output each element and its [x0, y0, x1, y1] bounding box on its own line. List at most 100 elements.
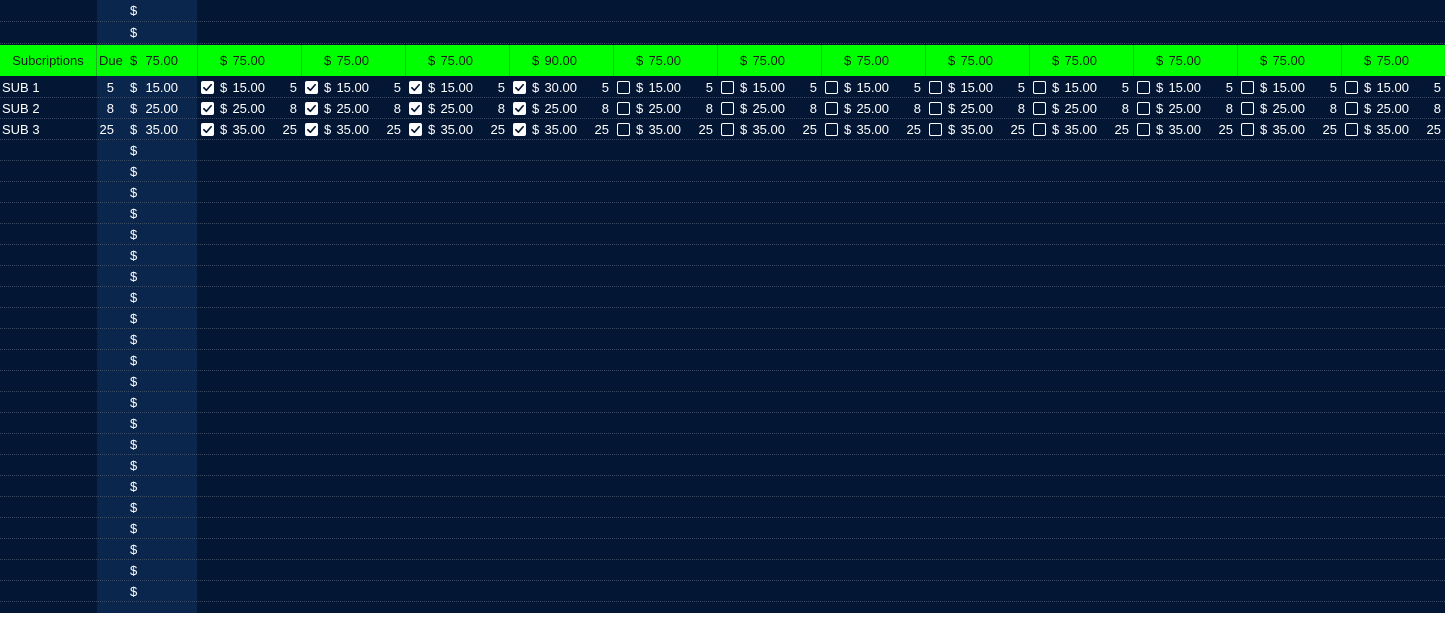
paid-checkbox[interactable]	[721, 81, 734, 94]
period-amount[interactable]: 15.00	[435, 77, 473, 97]
period-due-day[interactable]: 5	[995, 77, 1025, 97]
period-amount[interactable]: 15.00	[227, 77, 265, 97]
paid-checkbox[interactable]	[1345, 123, 1358, 136]
period-total-amount[interactable]: 75.00	[331, 45, 369, 76]
currency-symbol[interactable]: $	[130, 350, 137, 370]
period-due-day[interactable]: 25	[995, 119, 1025, 139]
period-total-amount[interactable]: 90.00	[539, 45, 577, 76]
currency-symbol[interactable]: $	[130, 182, 137, 202]
paid-checkbox[interactable]	[929, 123, 942, 136]
currency-symbol[interactable]: $	[130, 287, 137, 307]
period-due-day[interactable]: 8	[787, 98, 817, 118]
paid-checkbox[interactable]	[929, 81, 942, 94]
period-due-day[interactable]: 5	[1411, 77, 1441, 97]
period-amount[interactable]: 15.00	[1163, 77, 1201, 97]
period-due-day[interactable]: 25	[579, 119, 609, 139]
period-due-day[interactable]: 5	[787, 77, 817, 97]
period-due-day[interactable]: 8	[683, 98, 713, 118]
period-amount[interactable]: 35.00	[955, 119, 993, 139]
currency-symbol[interactable]: $	[130, 224, 137, 244]
due-total-amount[interactable]: 75.00	[140, 45, 178, 76]
currency-symbol[interactable]: $	[130, 161, 137, 181]
period-amount[interactable]: 35.00	[1059, 119, 1097, 139]
currency-symbol[interactable]: $	[130, 266, 137, 286]
paid-checkbox[interactable]	[825, 123, 838, 136]
subscription-amount[interactable]: 25.00	[140, 98, 178, 118]
paid-checkbox-checked[interactable]	[305, 102, 318, 115]
currency-symbol[interactable]: $	[130, 203, 137, 223]
period-due-day[interactable]: 8	[475, 98, 505, 118]
currency-symbol[interactable]: $	[130, 77, 137, 97]
period-due-day[interactable]: 8	[371, 98, 401, 118]
period-due-day[interactable]: 5	[1099, 77, 1129, 97]
paid-checkbox[interactable]	[1345, 81, 1358, 94]
period-amount[interactable]: 15.00	[643, 77, 681, 97]
currency-symbol[interactable]: $	[130, 518, 137, 538]
period-amount[interactable]: 35.00	[227, 119, 265, 139]
period-amount[interactable]: 25.00	[1267, 98, 1305, 118]
period-amount[interactable]: 25.00	[1059, 98, 1097, 118]
period-amount[interactable]: 15.00	[747, 77, 785, 97]
period-amount[interactable]: 15.00	[955, 77, 993, 97]
paid-checkbox-checked[interactable]	[305, 81, 318, 94]
paid-checkbox-checked[interactable]	[409, 123, 422, 136]
period-due-day[interactable]: 25	[891, 119, 921, 139]
due-header-label[interactable]: Due	[99, 45, 123, 76]
period-amount[interactable]: 25.00	[747, 98, 785, 118]
period-total-amount[interactable]: 75.00	[1371, 45, 1409, 76]
period-due-day[interactable]: 5	[579, 77, 609, 97]
paid-checkbox-checked[interactable]	[409, 81, 422, 94]
period-amount[interactable]: 25.00	[227, 98, 265, 118]
currency-symbol[interactable]: $	[130, 455, 137, 475]
period-due-day[interactable]: 8	[267, 98, 297, 118]
currency-symbol[interactable]: $	[130, 119, 137, 139]
period-total-amount[interactable]: 75.00	[955, 45, 993, 76]
paid-checkbox[interactable]	[825, 102, 838, 115]
period-due-day[interactable]: 5	[1203, 77, 1233, 97]
period-amount[interactable]: 25.00	[435, 98, 473, 118]
period-due-day[interactable]: 25	[787, 119, 817, 139]
paid-checkbox[interactable]	[1033, 81, 1046, 94]
period-due-day[interactable]: 8	[995, 98, 1025, 118]
period-amount[interactable]: 15.00	[1267, 77, 1305, 97]
period-due-day[interactable]: 5	[371, 77, 401, 97]
paid-checkbox-checked[interactable]	[513, 123, 526, 136]
due-total-currency[interactable]: $	[130, 45, 137, 76]
period-due-day[interactable]: 5	[683, 77, 713, 97]
period-total-amount[interactable]: 75.00	[1267, 45, 1305, 76]
paid-checkbox[interactable]	[929, 102, 942, 115]
paid-checkbox[interactable]	[721, 102, 734, 115]
subscription-name[interactable]: SUB 1	[2, 77, 40, 97]
period-amount[interactable]: 35.00	[331, 119, 369, 139]
period-amount[interactable]: 15.00	[331, 77, 369, 97]
paid-checkbox[interactable]	[1345, 102, 1358, 115]
currency-symbol[interactable]: $	[130, 329, 137, 349]
period-total-amount[interactable]: 75.00	[435, 45, 473, 76]
paid-checkbox-checked[interactable]	[305, 123, 318, 136]
period-amount[interactable]: 25.00	[1163, 98, 1201, 118]
paid-checkbox[interactable]	[1137, 81, 1150, 94]
currency-symbol[interactable]: $	[130, 560, 137, 580]
currency-symbol[interactable]: $	[130, 581, 137, 601]
period-due-day[interactable]: 8	[891, 98, 921, 118]
period-amount[interactable]: 35.00	[435, 119, 473, 139]
period-amount[interactable]: 35.00	[1163, 119, 1201, 139]
period-amount[interactable]: 25.00	[539, 98, 577, 118]
period-total-amount[interactable]: 75.00	[1059, 45, 1097, 76]
period-total-amount[interactable]: 75.00	[643, 45, 681, 76]
paid-checkbox[interactable]	[617, 81, 630, 94]
paid-checkbox[interactable]	[1137, 102, 1150, 115]
period-total-amount[interactable]: 75.00	[851, 45, 889, 76]
subscription-amount[interactable]: 35.00	[140, 119, 178, 139]
period-due-day[interactable]: 5	[475, 77, 505, 97]
period-due-day[interactable]: 8	[1411, 98, 1441, 118]
paid-checkbox-checked[interactable]	[513, 81, 526, 94]
period-amount[interactable]: 35.00	[539, 119, 577, 139]
currency-symbol[interactable]: $	[130, 413, 137, 433]
period-due-day[interactable]: 8	[1307, 98, 1337, 118]
period-amount[interactable]: 15.00	[851, 77, 889, 97]
period-due-day[interactable]: 5	[891, 77, 921, 97]
currency-symbol[interactable]: $	[130, 140, 137, 160]
period-due-day[interactable]: 25	[371, 119, 401, 139]
period-due-day[interactable]: 8	[1099, 98, 1129, 118]
